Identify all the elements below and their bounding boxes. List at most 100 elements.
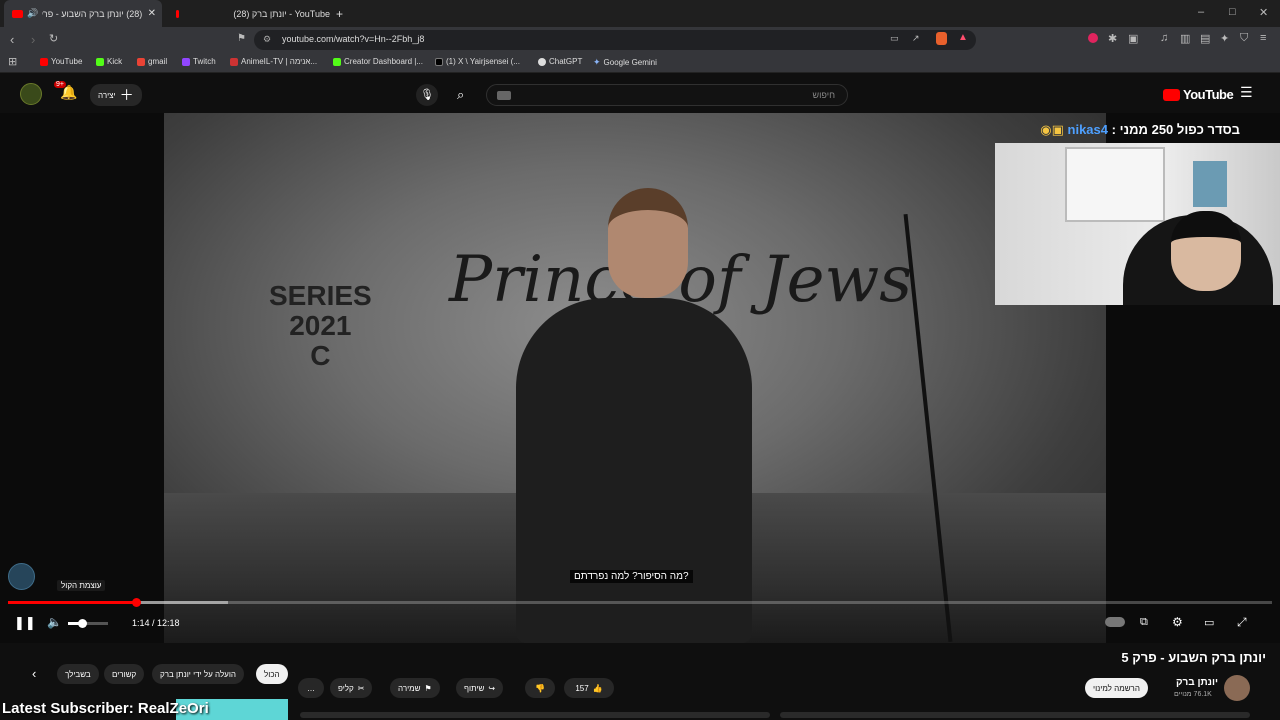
save-button[interactable]: שמירה ⚑ (390, 678, 440, 698)
webcam-window (1065, 147, 1165, 222)
share-label: שיתוף (464, 683, 485, 693)
volume-icon[interactable]: 🔈 (47, 615, 62, 629)
apps-grid-icon[interactable]: ⊞ (8, 55, 17, 68)
voice-search-mic-icon[interactable]: 🎙 (416, 84, 438, 106)
latest-subscriber-overlay: Latest Subscriber: RealZeOri (2, 700, 209, 717)
vpn-shield-icon[interactable]: ⛉ (1240, 32, 1248, 45)
close-window-button[interactable]: ✕ (1259, 6, 1268, 19)
bookmark-label: gmail (148, 57, 168, 66)
kick-icon (96, 57, 104, 66)
bookmark-youtube[interactable]: YouTube (40, 57, 82, 66)
bookmark-gmail[interactable]: gmail (137, 57, 167, 66)
create-label: יצירה (98, 90, 116, 100)
bookmark-icon[interactable]: ⚑ (237, 33, 246, 44)
bookmark-label: AnimeIL-TV | אנימה... (241, 57, 318, 66)
twitch-icon (182, 57, 190, 66)
extensions-puzzle-icon[interactable]: ✱ (1108, 32, 1117, 45)
wallet-icon[interactable]: ▤ (1200, 32, 1210, 45)
chip-all[interactable]: הכול (256, 664, 288, 684)
back-arrow-icon[interactable]: ‹ (10, 32, 14, 47)
music-icon[interactable]: ♫ (1160, 32, 1168, 44)
dislike-button[interactable]: 👎 (525, 678, 555, 698)
bookmarks-bar: ⊞ YouTube Kick gmail Twitch AnimeIL-TV |… (0, 53, 1280, 73)
kick-icon (333, 57, 341, 66)
youtube-logo[interactable]: YouTube (1163, 87, 1234, 102)
chip-uploaded-by[interactable]: הועלה על ידי יונתן ברק (152, 664, 244, 684)
maximize-button[interactable]: □ (1229, 6, 1236, 18)
cast-icon[interactable]: ▭ (890, 33, 899, 44)
tab-inactive[interactable]: (28) יונתן ברק - YouTube (170, 0, 330, 27)
time-display: 1:14 / 12:18 (132, 618, 180, 628)
extension-box-icon[interactable]: ▣ (1128, 32, 1138, 45)
theater-mode-icon[interactable]: ▭ (1204, 616, 1214, 629)
search-input[interactable]: ⌕ חיפוש (457, 84, 848, 106)
channel-avatar[interactable] (1224, 675, 1250, 701)
webcam-streamer-head (1171, 211, 1241, 291)
bookmark-label: ChatGPT (549, 57, 583, 66)
tab-title: (28) יונתן ברק השבוע - פרק 5 (42, 8, 143, 19)
subscribe-button[interactable]: הרשמה למינוי (1085, 678, 1148, 698)
bookmark-kick[interactable]: Kick (96, 57, 122, 66)
clip-label: קליפ (338, 683, 354, 693)
like-button[interactable]: 157 👍 (564, 678, 614, 698)
bookmark-label: Kick (107, 57, 123, 66)
pause-icon[interactable]: ❚❚ (14, 615, 36, 631)
extension-record-icon[interactable] (1088, 33, 1098, 43)
share-button[interactable]: שיתוף ↪ (456, 678, 504, 698)
address-row: ‹ › ↻ ⚑ ⚙ youtube.com/watch?v=Hn--2Fbh_j… (0, 27, 1280, 53)
volume-slider[interactable] (68, 622, 108, 625)
bookmark-animeil[interactable]: AnimeIL-TV | אנימה... (230, 57, 317, 66)
webcam-overlay (995, 143, 1280, 305)
more-actions-button[interactable]: … (298, 678, 324, 698)
rewards-icon[interactable]: ▲ (958, 32, 968, 43)
sidebar-icon[interactable]: ▥ (1180, 32, 1190, 45)
subtitles-icon[interactable]: ⧉ (1140, 616, 1148, 629)
channel-watermark-icon[interactable] (8, 563, 35, 590)
chips-left-arrow-icon[interactable]: ‹ (32, 666, 36, 681)
share-page-icon[interactable]: ↗ (912, 33, 920, 44)
autoplay-toggle[interactable] (1105, 617, 1125, 627)
youtube-logo-text: YouTube (1183, 87, 1234, 102)
channel-name[interactable]: יונתן ברק (1176, 677, 1218, 688)
fullscreen-icon[interactable]: ⤢ (1237, 615, 1247, 630)
youtube-favicon-icon (176, 9, 180, 18)
search-icon[interactable]: ⌕ (457, 87, 464, 103)
audio-icon[interactable]: 🔊 (27, 8, 38, 19)
settings-gear-icon[interactable]: ⚙ (1172, 615, 1183, 629)
bookmark-creator-dashboard[interactable]: Creator Dashboard |... (333, 57, 423, 66)
alert-text: בסדר כפול 250 ממני : (1111, 122, 1240, 137)
save-bookmark-icon: ⚑ (424, 683, 432, 693)
minimize-button[interactable]: – (1198, 6, 1204, 18)
video-frame[interactable]: SERIES 2021 C Prince of Jews (164, 113, 1106, 643)
forward-arrow-icon[interactable]: › (31, 32, 35, 47)
reload-icon[interactable]: ↻ (49, 32, 58, 45)
chip-for-you[interactable]: בשבילך (57, 664, 99, 684)
chip-related[interactable]: קשורים (104, 664, 145, 684)
alert-badge-icon: ◉▣ (1040, 122, 1064, 137)
leo-ai-icon[interactable]: ✦ (1220, 32, 1229, 45)
tab-title: (28) יונתן ברק - YouTube (233, 8, 330, 19)
address-bar[interactable]: ⚙ youtube.com/watch?v=Hn--2Fbh_j8 ▭ ↗ ▲ (254, 30, 976, 50)
menu-icon[interactable]: ≡ (1260, 32, 1266, 44)
bookmark-twitch[interactable]: Twitch (182, 57, 216, 66)
bookmark-gemini[interactable]: ✦ Google Gemini (593, 57, 657, 68)
new-tab-button[interactable]: + (336, 0, 350, 27)
bookmark-x[interactable]: (1) X \ Yairjsensei (... (435, 57, 520, 66)
site-info-icon[interactable]: ⚙ (263, 34, 271, 45)
tab-close-icon[interactable]: ✕ (148, 8, 156, 19)
clip-button[interactable]: קליפ ✂ (330, 678, 373, 698)
progress-scrubber[interactable] (132, 598, 141, 607)
create-button[interactable]: יצירה ＋ (90, 84, 142, 106)
keyboard-icon[interactable] (497, 91, 511, 100)
hamburger-menu-icon[interactable]: ☰ (1240, 84, 1253, 101)
plus-icon: ＋ (119, 87, 134, 103)
tab-active[interactable]: 🔊 (28) יונתן ברק השבוע - פרק 5 ✕ (4, 0, 162, 27)
brave-shield-icon[interactable] (936, 32, 947, 45)
volume-knob[interactable] (78, 619, 87, 628)
avatar[interactable] (20, 83, 42, 105)
bookmark-chatgpt[interactable]: ChatGPT (538, 57, 582, 66)
animeil-icon (230, 57, 238, 66)
thumbs-up-icon: 👍 (592, 683, 603, 693)
volume-tooltip: עוצמת הקול (57, 580, 106, 591)
youtube-logo-icon (1163, 88, 1180, 101)
